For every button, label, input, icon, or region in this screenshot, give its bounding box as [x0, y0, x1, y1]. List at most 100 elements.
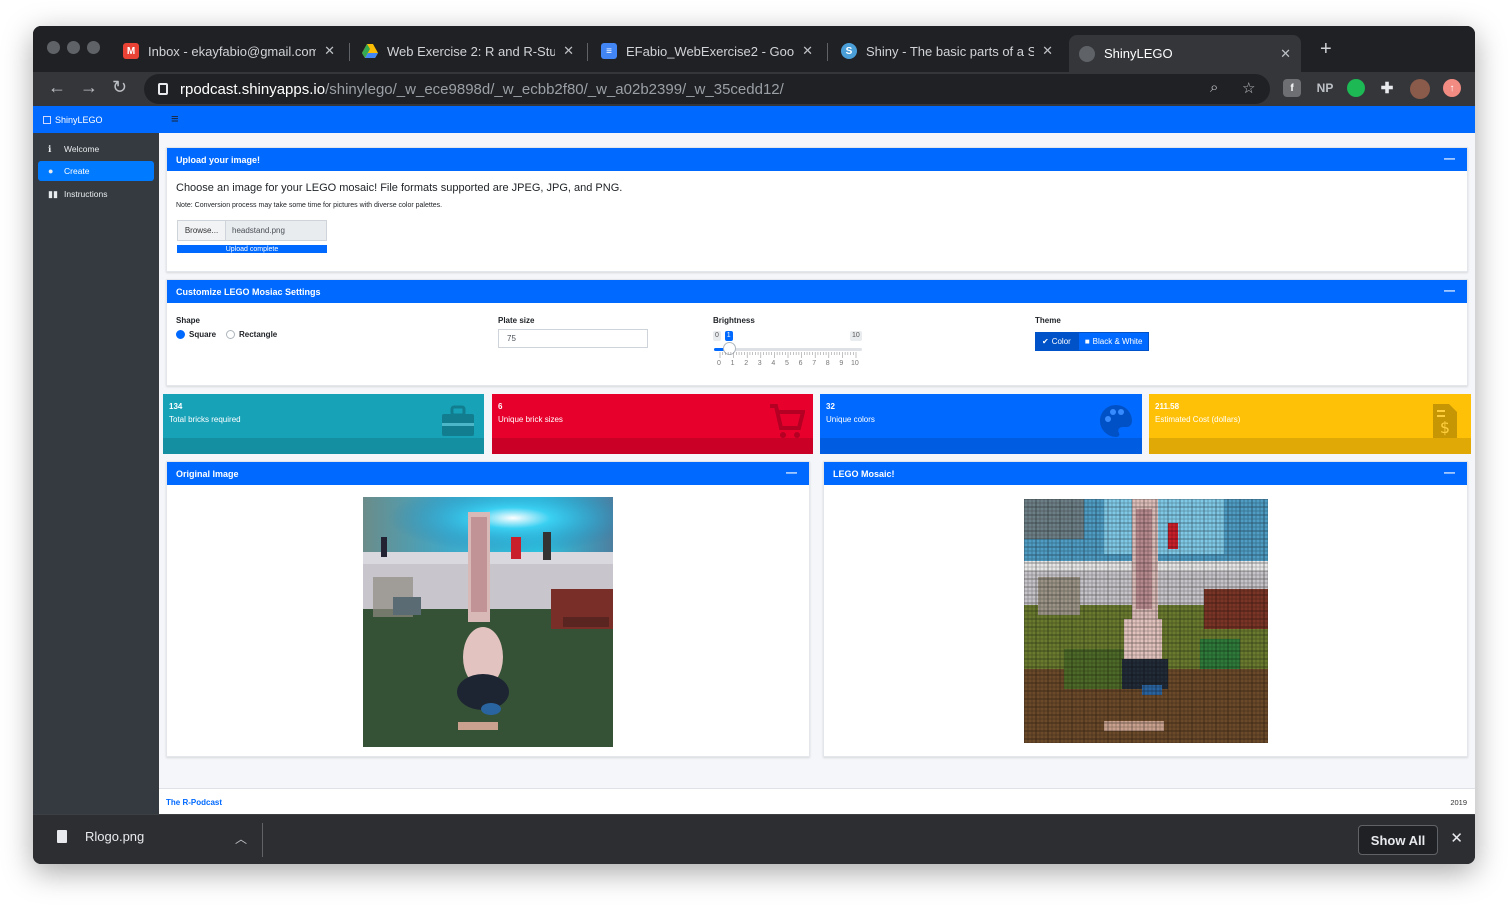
- file-icon: [57, 830, 67, 843]
- hamburger-menu-icon[interactable]: ≡: [171, 111, 179, 126]
- tab-shinylego[interactable]: ShinyLEGO ✕: [1069, 35, 1301, 72]
- sidebar-item-welcome[interactable]: ℹ Welcome: [38, 139, 154, 159]
- valuebox-estimated-cost: 211.58 Estimated Cost (dollars) $: [1149, 394, 1471, 454]
- theme-label: Theme: [1035, 316, 1061, 325]
- bullet-icon: ■: [1084, 337, 1090, 346]
- brightness-tick-label: 10: [851, 360, 859, 367]
- original-image-card-header: Original Image —: [167, 462, 809, 485]
- google-drive-icon: [362, 43, 378, 59]
- svg-text:$: $: [1440, 418, 1450, 437]
- shape-radio-square[interactable]: Square: [176, 330, 216, 339]
- brightness-tick-label: 3: [757, 360, 762, 367]
- grammarly-icon[interactable]: [1347, 79, 1365, 97]
- brightness-tick-label: 8: [825, 360, 830, 367]
- brightness-slider-track[interactable]: [714, 348, 862, 351]
- close-window-button[interactable]: [47, 41, 60, 54]
- download-item[interactable]: Rlogo.png: [57, 829, 144, 844]
- book-icon: ▮▮: [48, 188, 58, 199]
- tab-shiny-basics[interactable]: S Shiny - The basic parts of a Sh ✕: [831, 35, 1063, 67]
- url-host: rpodcast.shinyapps.io: [180, 80, 326, 98]
- brightness-current-label: 1: [724, 331, 733, 341]
- reload-icon[interactable]: ↻: [112, 77, 127, 98]
- top-navbar: ≡: [159, 106, 1475, 133]
- tab-strip: M Inbox - ekayfabio@gmail.com - ✕ Web Ex…: [33, 26, 1475, 72]
- valuebox-unique-colors: 32 Unique colors: [820, 394, 1142, 454]
- np-extension-icon[interactable]: NP: [1314, 79, 1336, 97]
- plate-size-input[interactable]: 75: [498, 329, 648, 348]
- tab-web-exercise[interactable]: Web Exercise 2: R and R-Studio ✕: [352, 35, 584, 67]
- globe-icon: [1079, 45, 1095, 62]
- minimize-window-button[interactable]: [67, 41, 80, 54]
- address-bar[interactable]: rpodcast.shinyapps.io/shinylego/_w_ece98…: [144, 74, 1270, 104]
- brightness-slider-ticks: [719, 352, 857, 358]
- brand[interactable]: ShinyLEGO: [33, 106, 159, 133]
- close-icon[interactable]: ✕: [324, 43, 335, 59]
- broken-image-icon: [43, 115, 51, 124]
- info-icon: ℹ: [48, 143, 52, 154]
- chevron-up-icon[interactable]: ︿: [235, 830, 247, 847]
- show-all-button[interactable]: Show All: [1358, 825, 1438, 855]
- check-icon: ✔: [1042, 337, 1049, 346]
- close-icon[interactable]: ✕: [1042, 43, 1053, 59]
- upload-card: Upload your image! — Choose an image for…: [166, 147, 1468, 272]
- page-content: ShinyLEGO ℹ Welcome ● Create ▮▮ Instruct…: [33, 106, 1475, 814]
- new-tab-button[interactable]: +: [1320, 38, 1332, 61]
- facebook-icon[interactable]: f: [1283, 79, 1301, 97]
- theme-bw-button[interactable]: ■ Black & White: [1077, 332, 1150, 351]
- palette-icon: [1100, 405, 1132, 437]
- theme-button-group: ✔ Color ■ Black & White: [1035, 332, 1150, 351]
- shape-radio-rectangle[interactable]: Rectangle: [226, 330, 277, 339]
- zoom-window-button[interactable]: [87, 41, 100, 54]
- shiny-icon: S: [841, 43, 857, 59]
- upload-note: Note: Conversion process may take some t…: [176, 202, 443, 209]
- file-input[interactable]: Browse... headstand.png: [177, 220, 327, 241]
- profile-avatar[interactable]: [1410, 79, 1430, 99]
- theme-color-button[interactable]: ✔ Color: [1035, 332, 1078, 351]
- collapse-icon[interactable]: —: [1444, 285, 1455, 297]
- brightness-tick-label: 7: [812, 360, 817, 367]
- brightness-min-label: 0: [713, 331, 721, 341]
- gmail-icon: M: [123, 43, 139, 59]
- file-name-field: headstand.png: [226, 221, 326, 240]
- close-icon[interactable]: ✕: [802, 43, 813, 59]
- brightness-tick-label: 0: [717, 360, 721, 367]
- tab-google-doc[interactable]: ≡ EFabio_WebExercise2 - Google ✕: [591, 35, 823, 67]
- browser-window: M Inbox - ekayfabio@gmail.com - ✕ Web Ex…: [33, 26, 1475, 864]
- page-footer: The R-Podcast 2019: [159, 788, 1475, 814]
- settings-card-header: Customize LEGO Mosiac Settings —: [167, 280, 1467, 303]
- toolbox-icon: [442, 405, 474, 436]
- close-icon[interactable]: ✕: [1280, 46, 1291, 62]
- update-icon[interactable]: ↑: [1443, 79, 1461, 97]
- collapse-icon[interactable]: —: [786, 467, 797, 479]
- bookmark-star-icon[interactable]: ☆: [1242, 79, 1255, 97]
- brightness-max-label: 10: [850, 331, 862, 341]
- upload-card-header: Upload your image! —: [167, 148, 1467, 171]
- brightness-tick-label: 2: [744, 360, 749, 367]
- tab-gmail[interactable]: M Inbox - ekayfabio@gmail.com - ✕: [113, 35, 345, 67]
- shape-label: Shape: [176, 316, 201, 325]
- original-image-card: Original Image —: [166, 461, 810, 757]
- brightness-tick-label: 6: [798, 360, 803, 367]
- browse-button[interactable]: Browse...: [178, 221, 226, 240]
- zoom-icon[interactable]: ⌕: [1210, 79, 1218, 96]
- brightness-tick-label: 9: [839, 360, 844, 367]
- invoice-dollar-icon: $: [1433, 404, 1457, 438]
- mosaic-card-header: LEGO Mosaic! —: [824, 462, 1467, 485]
- valuebox-unique-brick-sizes: 6 Unique brick sizes: [492, 394, 813, 454]
- collapse-icon[interactable]: —: [1444, 153, 1455, 165]
- close-icon[interactable]: ✕: [563, 43, 574, 59]
- valuebox-total-bricks: 134 Total bricks required: [163, 394, 484, 454]
- close-icon[interactable]: ✕: [1450, 829, 1463, 847]
- sidebar-item-instructions[interactable]: ▮▮ Instructions: [38, 184, 154, 204]
- forward-arrow-icon[interactable]: →: [80, 77, 98, 98]
- original-photo: [363, 497, 613, 747]
- url-path: /shinylego/_w_ece9898d/_w_ecbb2f80/_w_a0…: [325, 80, 784, 98]
- back-arrow-icon[interactable]: ←: [48, 77, 66, 98]
- collapse-icon[interactable]: —: [1444, 467, 1455, 479]
- footer-year: 2019: [1450, 798, 1467, 807]
- lego-mosaic-image: [1024, 499, 1268, 743]
- footer-link[interactable]: The R-Podcast: [166, 798, 222, 807]
- brightness-tick-label: 4: [771, 360, 776, 367]
- extensions-puzzle-icon[interactable]: ✚: [1378, 79, 1396, 97]
- sidebar-item-create[interactable]: ● Create: [38, 161, 154, 181]
